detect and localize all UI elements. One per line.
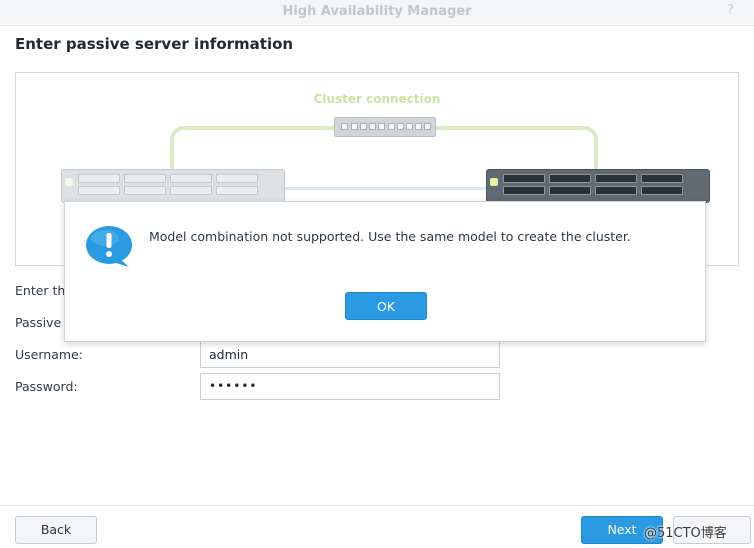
passive-server-icon: [486, 169, 710, 203]
drive-bay: [124, 186, 166, 195]
drive-bay: [641, 174, 683, 183]
server-status-led: [490, 178, 498, 186]
cluster-connection-label: Cluster connection: [313, 92, 441, 106]
passive-server-label: Passive: [15, 315, 62, 330]
window-titlebar: High Availability Manager ?: [0, 0, 754, 26]
active-server-icon: [61, 169, 285, 203]
drive-bay: [216, 186, 258, 195]
back-button[interactable]: Back: [15, 516, 97, 544]
drive-bay: [641, 186, 683, 195]
drive-bay: [78, 174, 120, 183]
window-title: High Availability Manager: [282, 4, 472, 19]
ok-button[interactable]: OK: [345, 292, 427, 320]
intro-label: Enter th: [15, 283, 66, 298]
drive-bay: [503, 174, 545, 183]
drive-bay: [549, 186, 591, 195]
switch-port: [424, 123, 431, 130]
drive-bay: [503, 186, 545, 195]
drive-bay: [595, 174, 637, 183]
switch-port: [388, 123, 395, 130]
drive-bay: [78, 186, 120, 195]
heartbeat-cable: [284, 187, 487, 190]
password-field[interactable]: ••••••: [200, 373, 500, 400]
server-status-led: [65, 178, 73, 186]
username-field[interactable]: [200, 341, 500, 368]
dialog-message: Model combination not supported. Use the…: [149, 229, 631, 244]
info-icon: [86, 226, 132, 267]
help-icon[interactable]: ?: [727, 3, 734, 18]
switch-port: [415, 123, 422, 130]
switch-port: [397, 123, 404, 130]
drive-bay: [216, 174, 258, 183]
switch-port: [369, 123, 376, 130]
footer-divider: [0, 505, 754, 506]
drive-bay: [170, 174, 212, 183]
drive-bay: [549, 174, 591, 183]
drive-bay: [124, 174, 166, 183]
network-switch-icon: [334, 117, 436, 137]
error-dialog: Model combination not supported. Use the…: [64, 201, 706, 342]
switch-port: [351, 123, 358, 130]
switch-port: [378, 123, 385, 130]
password-label: Password:: [15, 379, 78, 394]
watermark: @51CTO博客: [644, 526, 727, 541]
switch-port: [341, 123, 348, 130]
page-title: Enter passive server information: [15, 35, 294, 53]
drive-bay: [595, 186, 637, 195]
switch-port: [406, 123, 413, 130]
switch-port: [360, 123, 367, 130]
username-label: Username:: [15, 347, 83, 362]
drive-bay: [170, 186, 212, 195]
